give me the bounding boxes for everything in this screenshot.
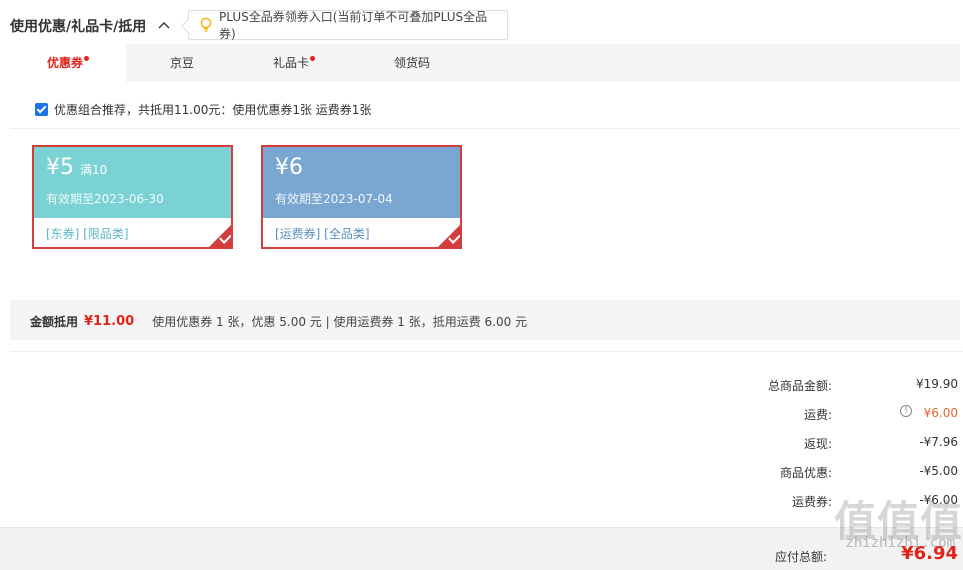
cashback-label: 返现: [803,437,832,451]
tab-jingdou[interactable]: 京豆 [126,44,238,82]
divider [10,128,960,129]
tab-label: 优惠券 [46,56,83,70]
tab-label: 领货码 [393,56,430,70]
info-icon[interactable]: ! [900,405,912,417]
coupon-validity: 有效期至2023-06-30 [46,192,164,206]
coupon-tags: [东券] [限品类] [46,227,129,241]
total-goods-label: 总商品金额: [767,379,832,393]
discount-summary: 金额抵用 ¥11.00 使用优惠券 1 张，优惠 5.00 元 | 使用运费券 … [30,312,527,330]
tab-redeem-code[interactable]: 领货码 [356,44,468,82]
notification-dot [84,56,89,61]
coupon-amount: ¥6 [275,155,303,180]
product-discount-label: 商品优惠: [779,466,832,480]
product-discount-value: -¥5.00 [919,464,958,478]
payable-label: 应付总额: [774,550,827,564]
discount-tabs: 优惠券 京豆 礼品卡 领货码 [10,44,960,82]
combo-text: 优惠组合推荐，共抵用11.00元：使用优惠券1张 运费券1张 [54,102,372,117]
coupon-amount: ¥5 满10 [46,155,108,180]
coupon-condition: 满10 [80,163,108,177]
coupon-header: ¥5 满10 有效期至2023-06-30 [34,147,231,218]
freight-value: ¥6.00 [923,406,958,420]
coupon-tags: [运费券] [全品类] [275,227,370,241]
tab-coupons[interactable]: 优惠券 [10,44,126,82]
combo-checkbox[interactable] [35,102,48,116]
total-goods-value: ¥19.90 [916,377,958,391]
tab-gift-card[interactable]: 礼品卡 [238,44,350,82]
watermark-url: zhizhizhi.com [845,535,955,551]
tab-label: 礼品卡 [272,56,309,70]
combo-recommend-row[interactable]: 优惠组合推荐，共抵用11.00元：使用优惠券1张 运费券1张 [35,100,371,118]
coupon-validity: 有效期至2023-07-04 [275,192,393,206]
freight-coupon-label: 运费券: [791,495,832,509]
summary-label: 金额抵用 [30,314,79,329]
cashback-value: -¥7.96 [919,435,958,449]
plus-tip-text: PLUS全品券领券入口(当前订单不可叠加PLUS全品券) [219,10,488,41]
page-title: 使用优惠/礼品卡/抵用 [10,19,147,35]
freight-label: 运费: [803,408,832,422]
chevron-up-icon[interactable] [157,18,171,32]
lightbulb-icon [200,17,212,32]
summary-detail: 使用优惠券 1 张，优惠 5.00 元 | 使用运费券 1 张，抵用运费 6.0… [152,314,528,329]
coupon-card[interactable]: ¥5 满10 有效期至2023-06-30 [东券] [限品类] [32,145,233,249]
divider [10,351,963,352]
coupon-header: ¥6 有效期至2023-07-04 [263,147,460,218]
notification-dot [310,56,315,61]
coupon-card[interactable]: ¥6 有效期至2023-07-04 [运费券] [全品类] [261,145,462,249]
tab-label: 京豆 [169,56,194,70]
plus-coupon-entry-link[interactable]: PLUS全品券领券入口(当前订单不可叠加PLUS全品券) [188,10,508,41]
summary-amount: ¥11.00 [84,313,135,329]
